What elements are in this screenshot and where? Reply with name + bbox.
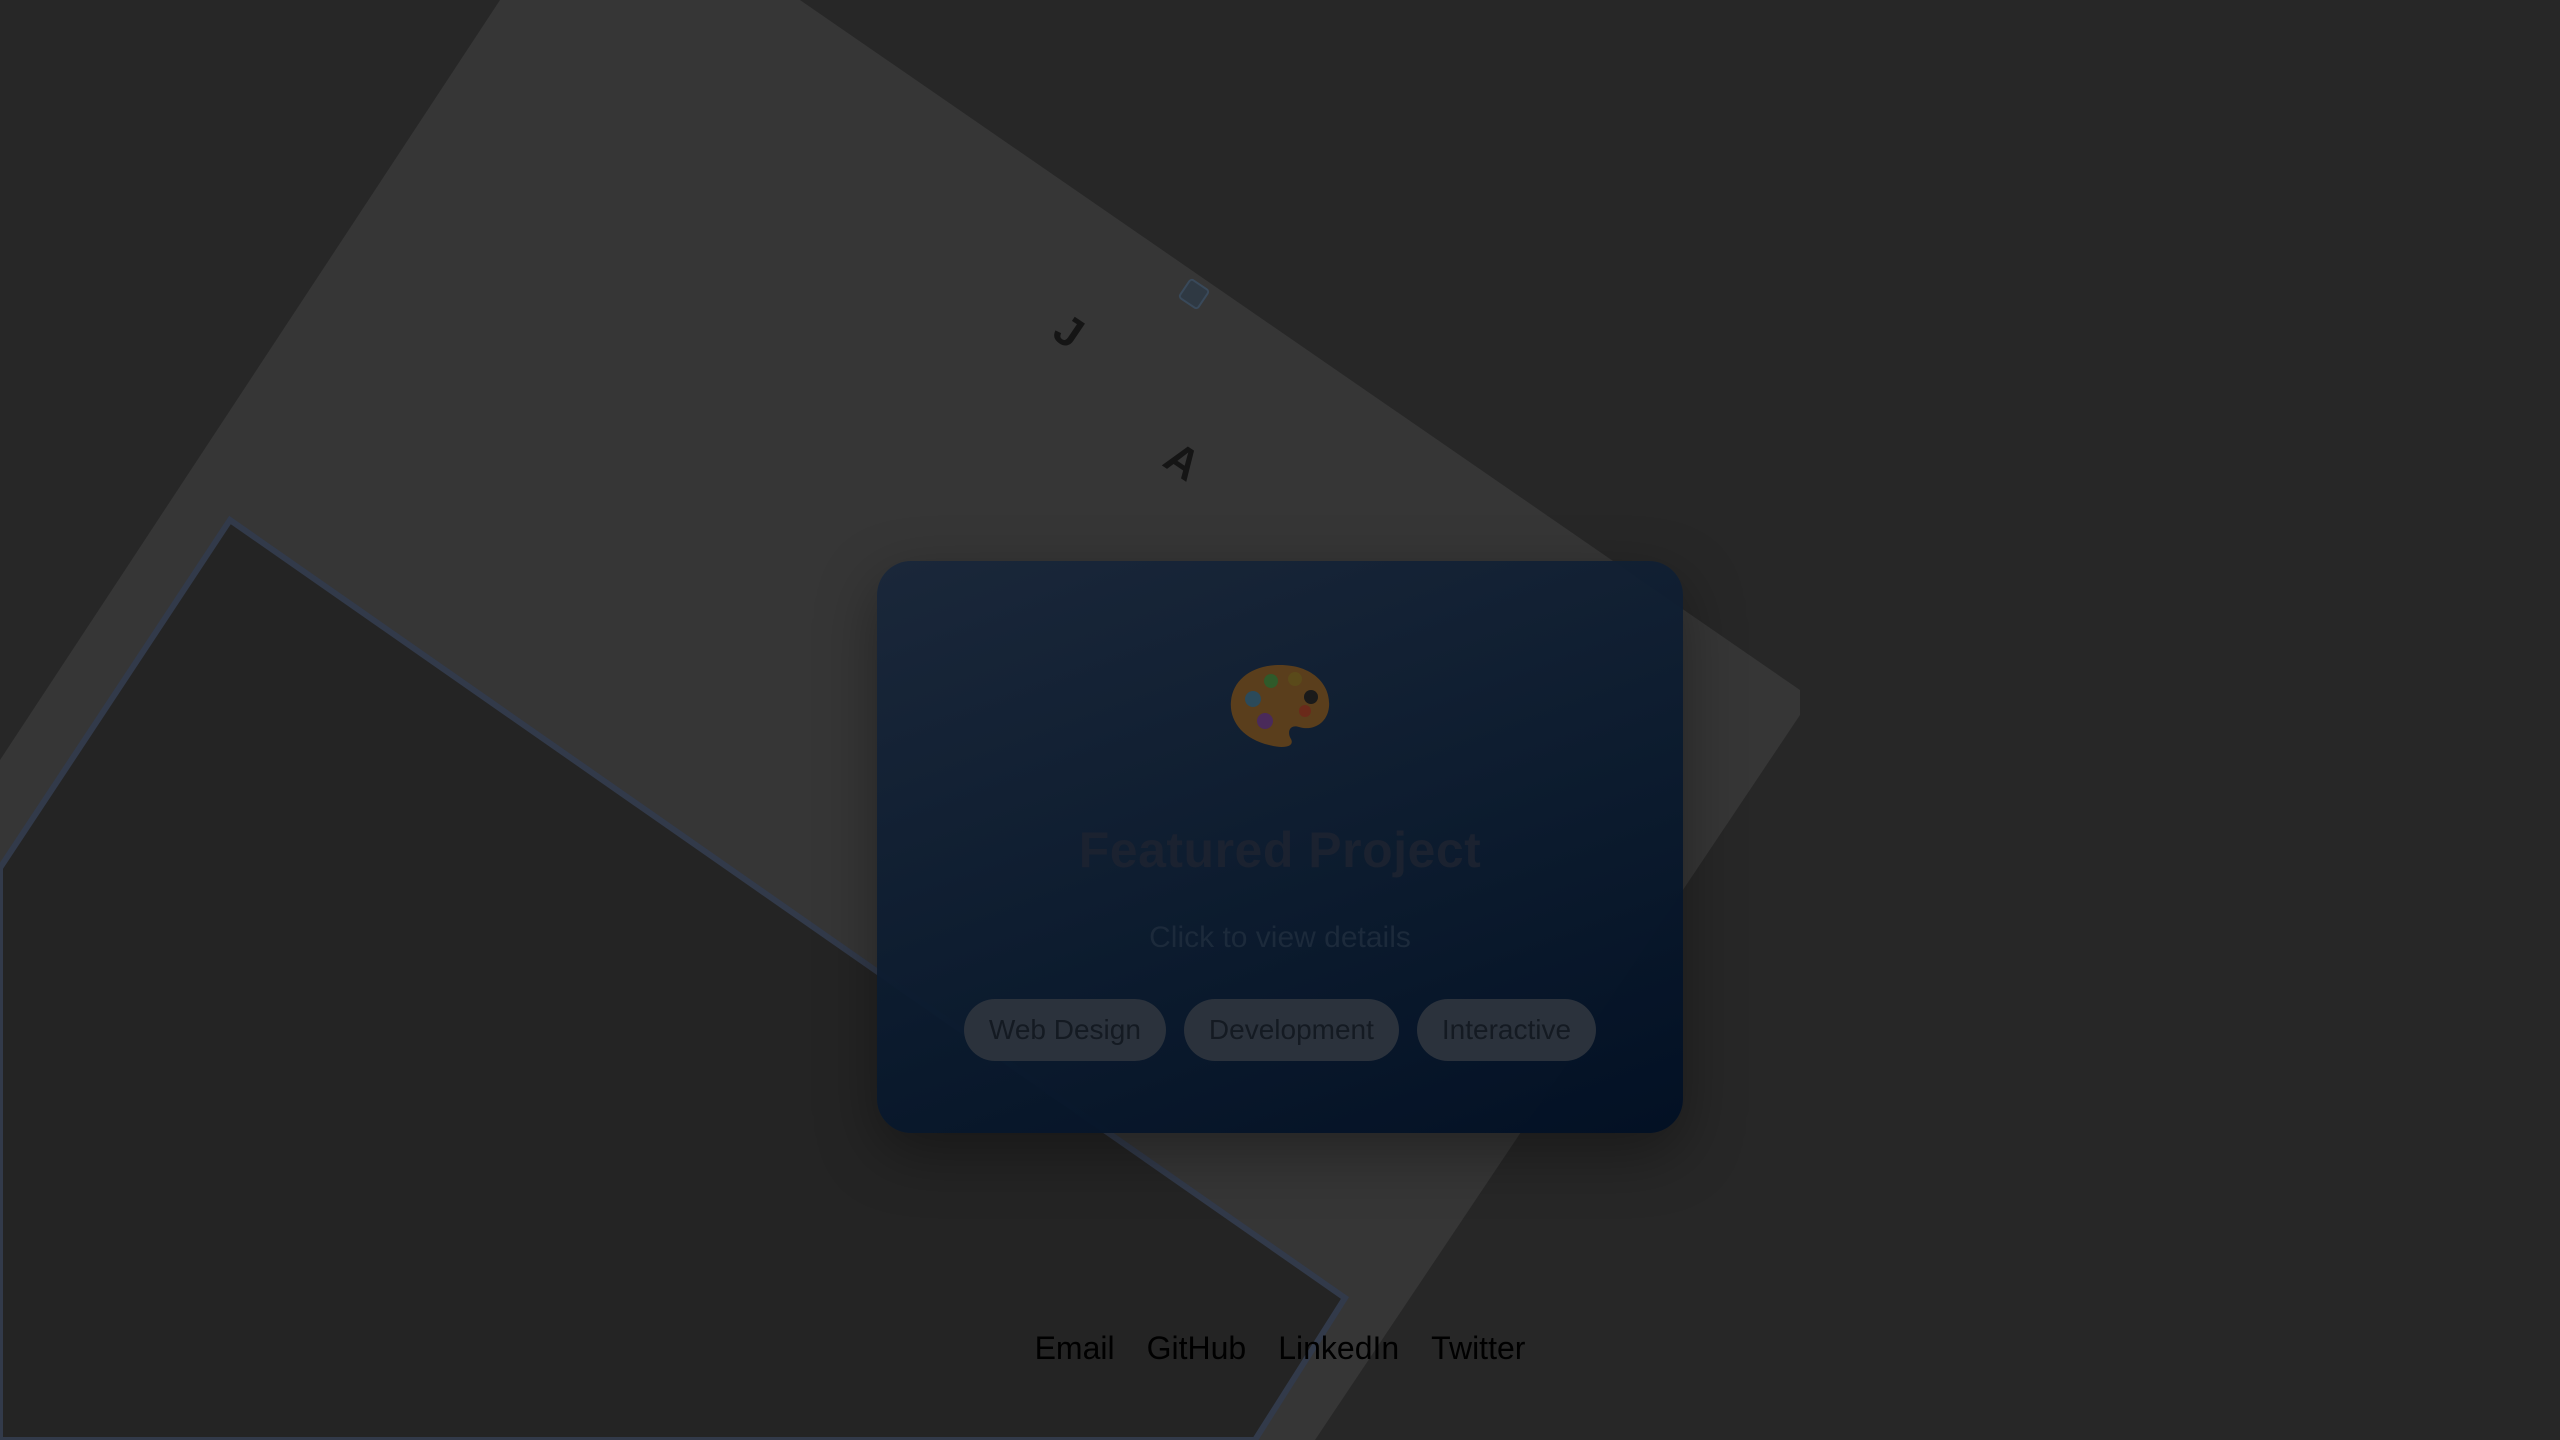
tag-list: Web Design Development Interactive: [877, 999, 1683, 1061]
featured-project-card[interactable]: Featured Project Click to view details W…: [877, 561, 1683, 1133]
tag-web-design: Web Design: [963, 999, 1166, 1061]
card-title: Featured Project: [1078, 822, 1482, 878]
page: J A Featured Project Click to view detai…: [0, 0, 2560, 1440]
card-subtitle: Click to view details: [1149, 921, 1411, 954]
tag-interactive: Interactive: [1416, 999, 1597, 1061]
linkedin-link[interactable]: LinkedIn: [1278, 1330, 1399, 1367]
artist-palette-icon: [877, 659, 1683, 769]
tag-development: Development: [1183, 999, 1399, 1061]
twitter-link[interactable]: Twitter: [1431, 1330, 1525, 1367]
footer-links: Email GitHub LinkedIn Twitter: [0, 1330, 2560, 1367]
palette-svg: [1230, 665, 1330, 747]
email-link[interactable]: Email: [1035, 1330, 1115, 1367]
github-link[interactable]: GitHub: [1147, 1330, 1247, 1367]
